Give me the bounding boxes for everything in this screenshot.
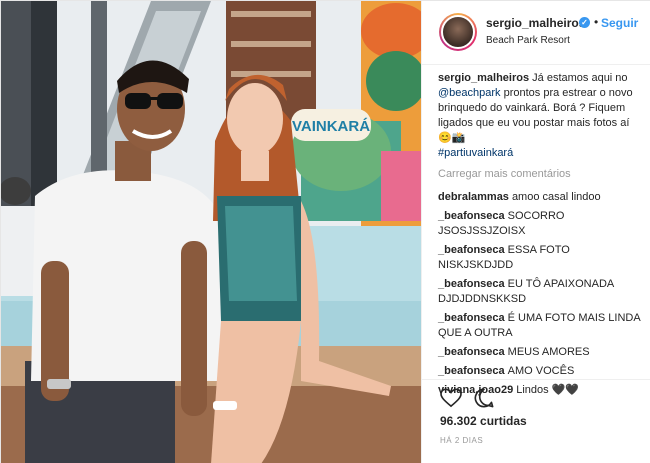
comment-text: MEUS AMORES bbox=[507, 346, 590, 358]
post-timestamp[interactable]: HÁ 2 DIAS bbox=[440, 436, 483, 445]
post-caption: sergio_malheiros Já estamos aqui no @bea… bbox=[438, 71, 644, 161]
comment-username[interactable]: _beafonseca bbox=[438, 210, 505, 222]
post-actions: 96.302 curtidas HÁ 2 DIAS bbox=[422, 379, 650, 463]
comment-username[interactable]: _beafonseca bbox=[438, 244, 505, 256]
comment-text: amoo casal lindoo bbox=[511, 191, 601, 203]
photo-illustration: VAINKARÁ bbox=[1, 1, 421, 463]
verified-badge-icon: ✓ bbox=[579, 17, 590, 28]
comment-item: _beafonseca SOCORRO JSOSJSSJZOISX bbox=[438, 209, 644, 239]
post-author-username[interactable]: sergio_malheiros bbox=[486, 16, 585, 30]
separator-dot: • bbox=[594, 15, 599, 29]
comment-item: _beafonseca EU TÔ APAIXONADA DJDJDDNSKKSD bbox=[438, 277, 644, 307]
caption-mention-link[interactable]: @beachpark bbox=[438, 87, 501, 99]
follow-button[interactable]: Seguir bbox=[601, 16, 638, 30]
comment-item: _beafonseca É UMA FOTO MAIS LINDA QUE A O… bbox=[438, 311, 644, 341]
likes-count[interactable]: 96.302 curtidas bbox=[440, 414, 527, 428]
caption-username[interactable]: sergio_malheiros bbox=[438, 72, 529, 84]
comment-username[interactable]: _beafonseca bbox=[438, 365, 505, 377]
comment-text: AMO VOCÊS bbox=[507, 365, 575, 377]
comment-item: _beafonseca ESSA FOTO NISKJSKDJDD bbox=[438, 243, 644, 273]
comment-username[interactable]: _beafonseca bbox=[438, 346, 505, 358]
caption-hashtag-link[interactable]: #partiuvainkará bbox=[438, 146, 644, 161]
comment-bubble-icon[interactable] bbox=[474, 388, 494, 408]
comment-username[interactable]: debralammas bbox=[438, 191, 509, 203]
post-header: sergio_malheiros ✓ • Seguir Beach Park R… bbox=[422, 1, 650, 65]
heart-icon[interactable] bbox=[440, 388, 462, 408]
comment-username[interactable]: _beafonseca bbox=[438, 312, 505, 324]
vainkara-sign: VAINKARÁ bbox=[292, 118, 370, 135]
comments-section: sergio_malheiros Já estamos aqui no @bea… bbox=[438, 71, 644, 402]
post-side-panel: sergio_malheiros ✓ • Seguir Beach Park R… bbox=[421, 1, 650, 463]
load-more-comments-button[interactable]: Carregar mais comentários bbox=[438, 167, 644, 182]
avatar-image bbox=[441, 15, 475, 49]
instagram-post: VAINKARÁ sergio_malheiros ✓ • Seguir Bea… bbox=[0, 0, 650, 463]
comment-item: _beafonseca MEUS AMORES bbox=[438, 345, 644, 360]
post-location[interactable]: Beach Park Resort bbox=[486, 35, 570, 46]
comment-item: debralammas amoo casal lindoo bbox=[438, 190, 644, 205]
post-photo[interactable]: VAINKARÁ bbox=[1, 1, 421, 463]
avatar[interactable] bbox=[439, 13, 477, 51]
comment-username[interactable]: _beafonseca bbox=[438, 278, 505, 290]
comment-item: _beafonseca AMO VOCÊS bbox=[438, 364, 644, 379]
caption-text-before: Já estamos aqui no bbox=[532, 72, 628, 84]
